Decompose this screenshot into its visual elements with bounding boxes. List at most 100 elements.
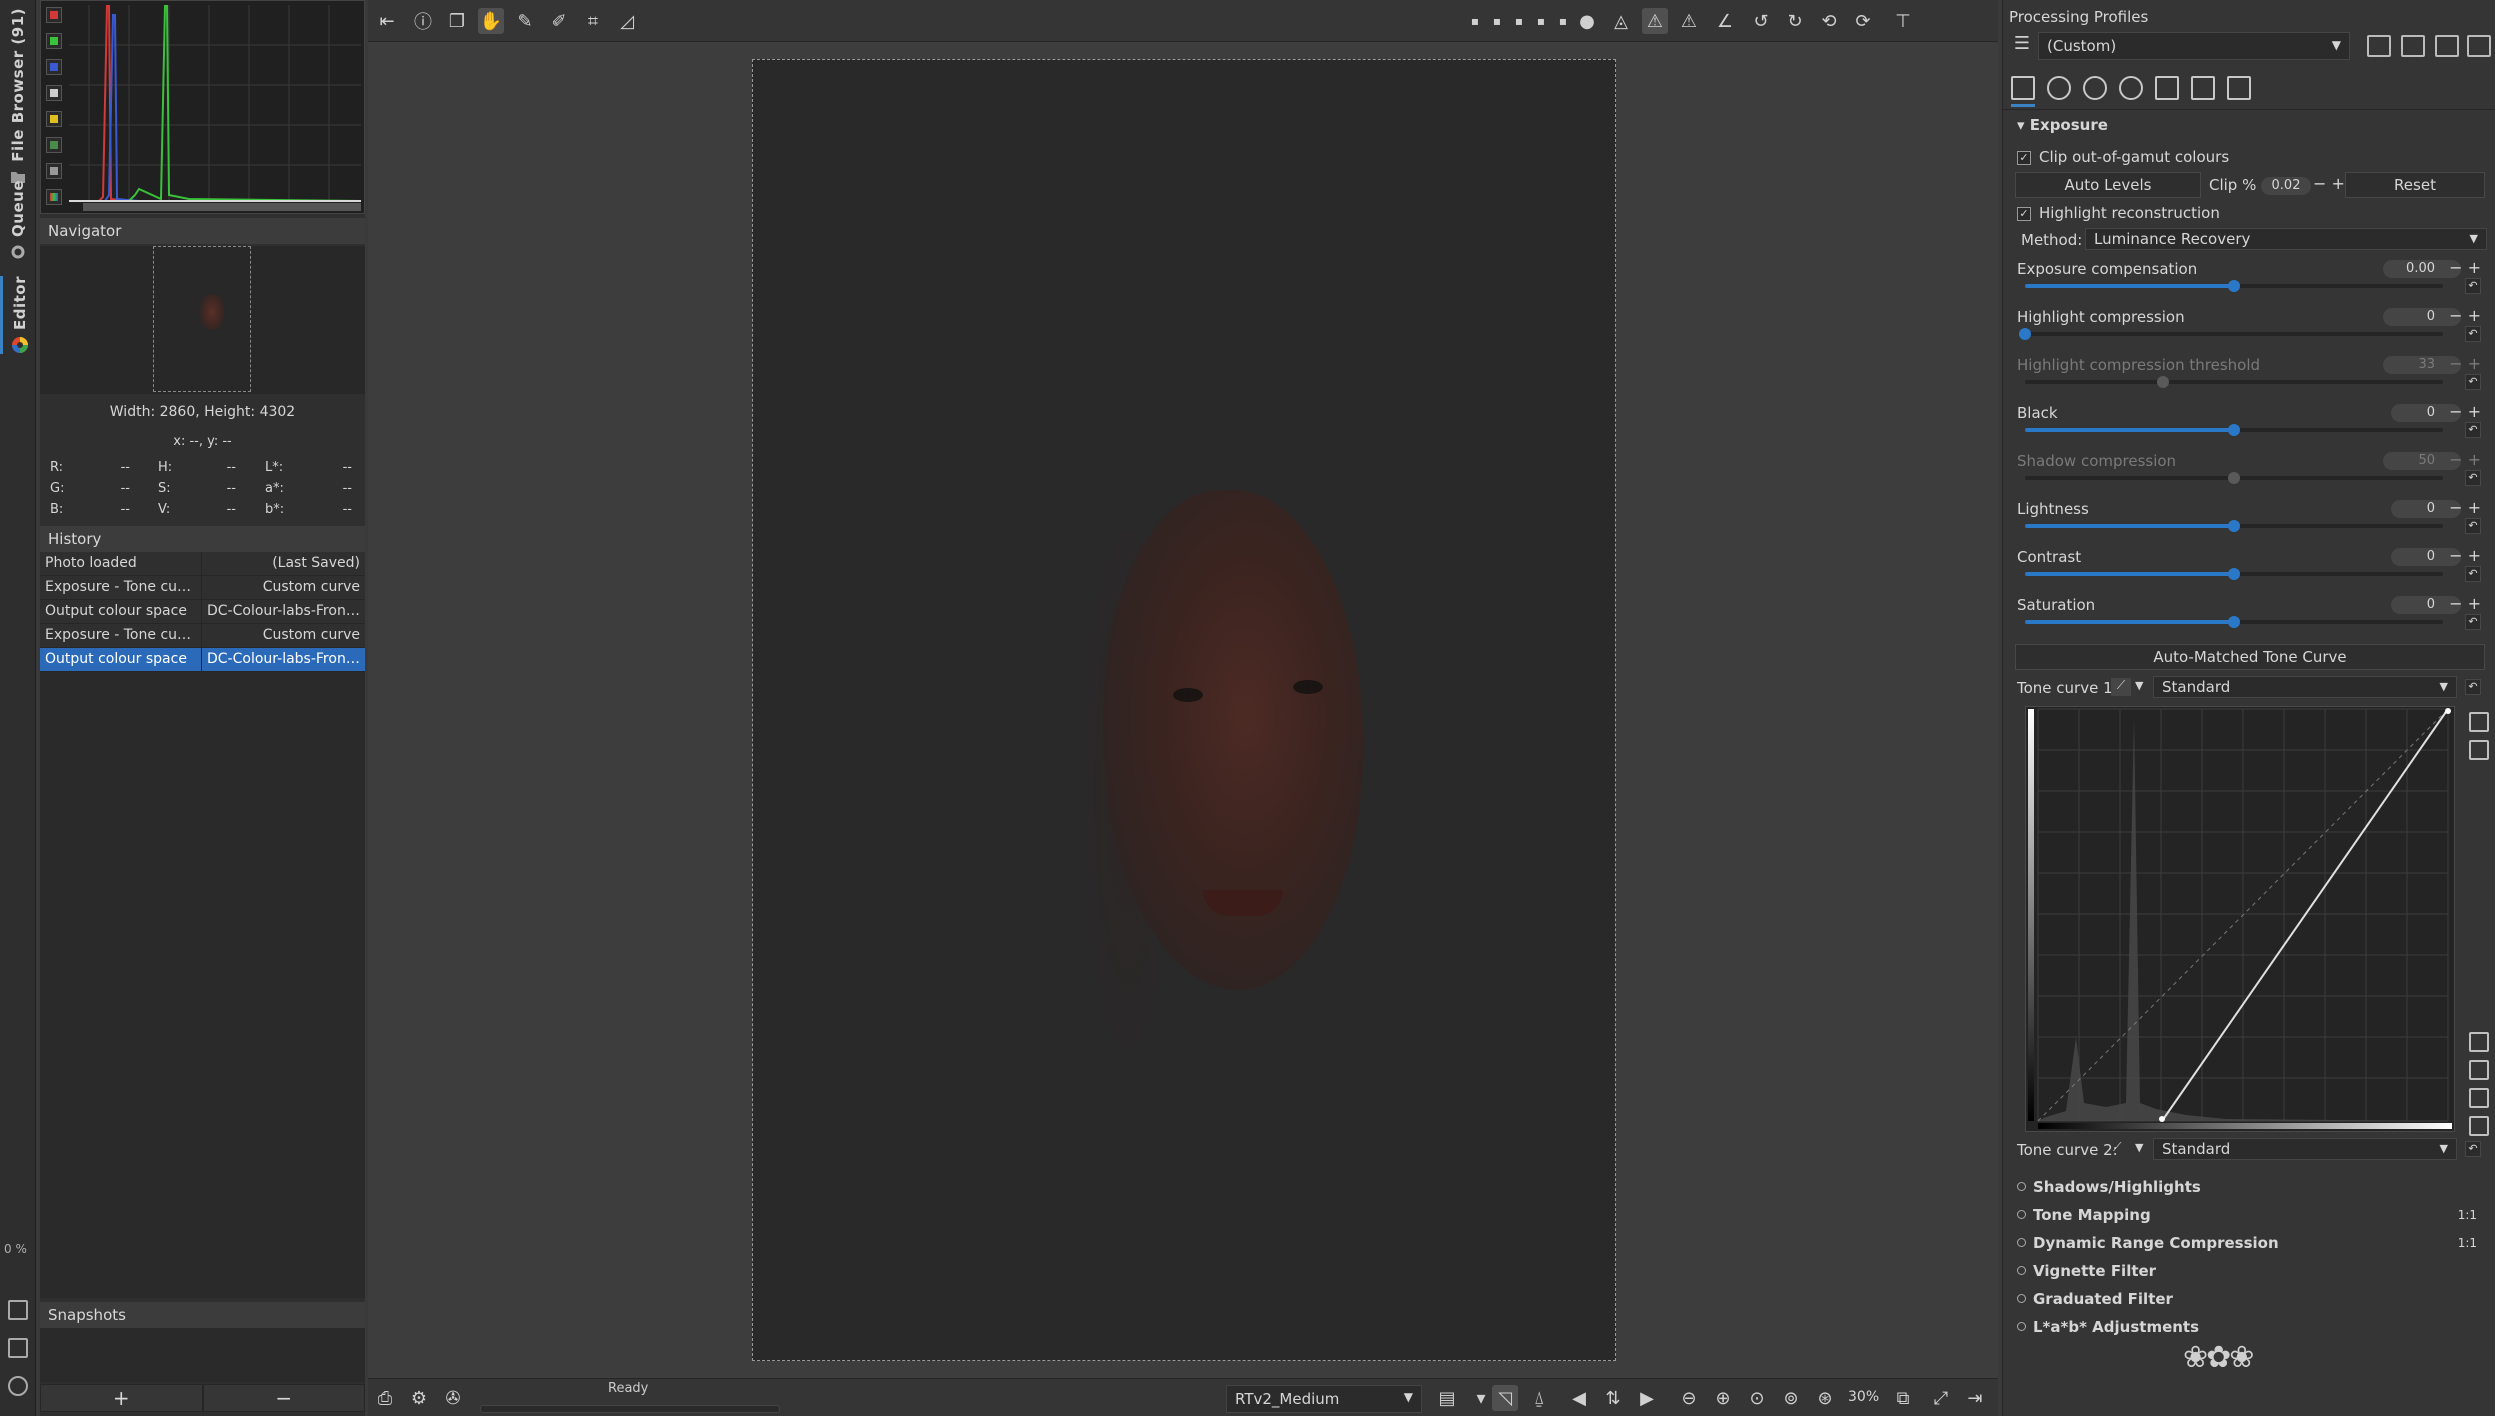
zoom-in-icon[interactable]: ⊕ xyxy=(1710,1385,1736,1411)
color-picker-icon[interactable]: ✐ xyxy=(546,8,572,34)
tool-section-header[interactable]: Shadows/Highlights xyxy=(2011,1174,2487,1202)
save-image-icon[interactable]: ⎙ xyxy=(372,1385,398,1411)
flip-horizontal-icon[interactable]: ⟲ xyxy=(1816,8,1842,34)
new-detail-window-icon[interactable]: ⧉ xyxy=(1890,1385,1916,1411)
softproof-icon[interactable]: ⍙ xyxy=(1526,1385,1552,1411)
raw-histogram-button[interactable] xyxy=(46,137,62,153)
histogram-mode-button[interactable] xyxy=(46,189,62,205)
navigator-preview[interactable] xyxy=(40,246,365,394)
previous-image-icon[interactable]: ◀ xyxy=(1566,1385,1592,1411)
slider-reset-icon[interactable]: ↶ xyxy=(2465,470,2481,486)
enable-toggle-icon[interactable] xyxy=(2017,1210,2026,1219)
history-row-selected[interactable]: Output colour space DC-Colour-labs-Front… xyxy=(40,648,365,672)
slider-stepper[interactable]: − + xyxy=(2447,258,2481,277)
hide-left-panel-icon[interactable]: ⇤ xyxy=(374,8,400,34)
slider-track[interactable] xyxy=(2025,568,2443,580)
layout-icon[interactable] xyxy=(8,1338,28,1358)
clip-gamut-checkbox[interactable]: ✓ xyxy=(2017,151,2031,165)
white-balance-picker-icon[interactable]: ✎ xyxy=(512,8,538,34)
edit-icon[interactable] xyxy=(8,1300,28,1320)
tab-file-browser[interactable]: File Browser (91) xyxy=(0,8,36,186)
zoom-out-icon[interactable]: ⊖ xyxy=(1676,1385,1702,1411)
shadow-clip-icon[interactable]: ◬ xyxy=(1608,8,1634,34)
tab-editor[interactable]: Editor xyxy=(0,276,36,354)
image-canvas[interactable] xyxy=(368,43,1998,1363)
rotate-right-icon[interactable]: ↻ xyxy=(1782,8,1808,34)
red-channel-button[interactable] xyxy=(46,7,62,23)
slider-track[interactable] xyxy=(2025,472,2443,484)
hand-tool-icon[interactable]: ✋ xyxy=(478,8,504,34)
slider-knob[interactable] xyxy=(2228,472,2240,484)
enable-toggle-icon[interactable] xyxy=(2017,1322,2026,1331)
curve-type-icon[interactable]: ⟋ xyxy=(2113,1140,2121,1155)
tab-exposure-icon[interactable] xyxy=(2011,76,2035,100)
slider-stepper[interactable]: − + xyxy=(2447,498,2481,517)
profile-list-icon[interactable]: ☰ xyxy=(2009,30,2035,56)
zoom-100-icon[interactable]: ⊛ xyxy=(1812,1385,1838,1411)
flip-vertical-icon[interactable]: ⟳ xyxy=(1850,8,1876,34)
straighten-icon[interactable]: ◿ xyxy=(614,8,640,34)
blue-channel-button[interactable] xyxy=(46,59,62,75)
chroma-channel-button[interactable] xyxy=(46,111,62,127)
preview-luminance-icon[interactable]: ▪ xyxy=(1550,8,1576,34)
save-profile-icon[interactable] xyxy=(2401,35,2425,57)
tab-color-icon[interactable] xyxy=(2083,76,2107,100)
slider-reset-icon[interactable]: ↶ xyxy=(2465,566,2481,582)
slider-stepper[interactable]: − + xyxy=(2447,402,2481,421)
slider-track[interactable] xyxy=(2025,520,2443,532)
tab-advanced-icon[interactable] xyxy=(2119,76,2143,100)
slider-reset-icon[interactable]: ↶ xyxy=(2465,518,2481,534)
copy-profile-icon[interactable] xyxy=(2435,35,2459,57)
next-image-icon[interactable]: ▶ xyxy=(1634,1385,1660,1411)
curve-open-icon[interactable] xyxy=(2469,1088,2489,1108)
tone-curve-1-mode-select[interactable]: Standard ▼ xyxy=(2153,676,2457,698)
clip-percent-value[interactable]: 0.02 xyxy=(2261,177,2311,195)
slider-knob[interactable] xyxy=(2228,568,2240,580)
remove-snapshot-button[interactable]: − xyxy=(202,1384,365,1412)
exposure-header[interactable]: ▾ Exposure xyxy=(2011,116,2487,140)
highlight-recon-checkbox[interactable]: ✓ xyxy=(2017,207,2031,221)
slider-track[interactable] xyxy=(2025,616,2443,628)
soft-proof-icon[interactable]: ∠ xyxy=(1712,8,1738,34)
slider-knob[interactable] xyxy=(2228,280,2240,292)
rotate-left-icon[interactable]: ↺ xyxy=(1748,8,1774,34)
auto-matched-tone-curve-button[interactable]: Auto-Matched Tone Curve xyxy=(2015,644,2485,670)
tool-section-header[interactable]: Graduated Filter xyxy=(2011,1286,2487,1314)
slider-track[interactable] xyxy=(2025,424,2443,436)
method-select[interactable]: Luminance Recovery ▼ xyxy=(2085,228,2487,250)
tab-transform-icon[interactable] xyxy=(2155,76,2179,100)
slider-stepper[interactable]: − + xyxy=(2447,306,2481,325)
slider-reset-icon[interactable]: ↶ xyxy=(2465,278,2481,294)
history-row[interactable]: Output colour space DC-Colour-labs-Front… xyxy=(40,600,365,624)
processing-profile-select[interactable]: (Custom) ▼ xyxy=(2038,32,2350,60)
hide-top-panel-icon[interactable]: ⊤ xyxy=(1890,8,1916,34)
enable-toggle-icon[interactable] xyxy=(2017,1238,2026,1247)
tab-detail-icon[interactable] xyxy=(2047,76,2071,100)
curve-picker-icon[interactable] xyxy=(2469,740,2489,760)
enable-toggle-icon[interactable] xyxy=(2017,1294,2026,1303)
tab-metadata-icon[interactable] xyxy=(2227,76,2251,100)
shadow-clip-warning-icon[interactable]: ⚠ xyxy=(1676,8,1702,34)
tone-curve-2-mode-select[interactable]: Standard ▼ xyxy=(2153,1138,2457,1160)
open-profile-icon[interactable] xyxy=(2367,35,2391,57)
intent-icon[interactable]: ▤ xyxy=(1434,1385,1460,1411)
output-profile-select[interactable]: RTv2_Medium ▼ xyxy=(1226,1385,1422,1413)
focus-mask-icon[interactable]: ● xyxy=(1574,8,1600,34)
history-row[interactable]: Photo loaded (Last Saved) xyxy=(40,552,365,576)
queue-image-icon[interactable]: ⚙ xyxy=(406,1385,432,1411)
curve-linear-icon[interactable] xyxy=(2469,1032,2489,1052)
open-editor-icon[interactable]: ✇ xyxy=(440,1385,466,1411)
slider-reset-icon[interactable]: ↶ xyxy=(2465,374,2481,390)
slider-knob[interactable] xyxy=(2228,520,2240,532)
slider-track[interactable] xyxy=(2025,280,2443,292)
crop-icon[interactable]: ⌗ xyxy=(580,8,606,34)
slider-reset-icon[interactable]: ↶ xyxy=(2465,422,2481,438)
slider-stepper[interactable]: − + xyxy=(2447,546,2481,565)
slider-stepper[interactable]: − + xyxy=(2447,354,2481,373)
luminance-channel-button[interactable] xyxy=(46,85,62,101)
zoom-fit-crop-icon[interactable]: ⊚ xyxy=(1778,1385,1804,1411)
add-snapshot-button[interactable]: + xyxy=(40,1384,203,1412)
preview-image[interactable] xyxy=(752,59,1616,1361)
gamut-check-icon[interactable]: ◹ xyxy=(1492,1385,1518,1411)
slider-reset-icon[interactable]: ↶ xyxy=(2465,326,2481,342)
